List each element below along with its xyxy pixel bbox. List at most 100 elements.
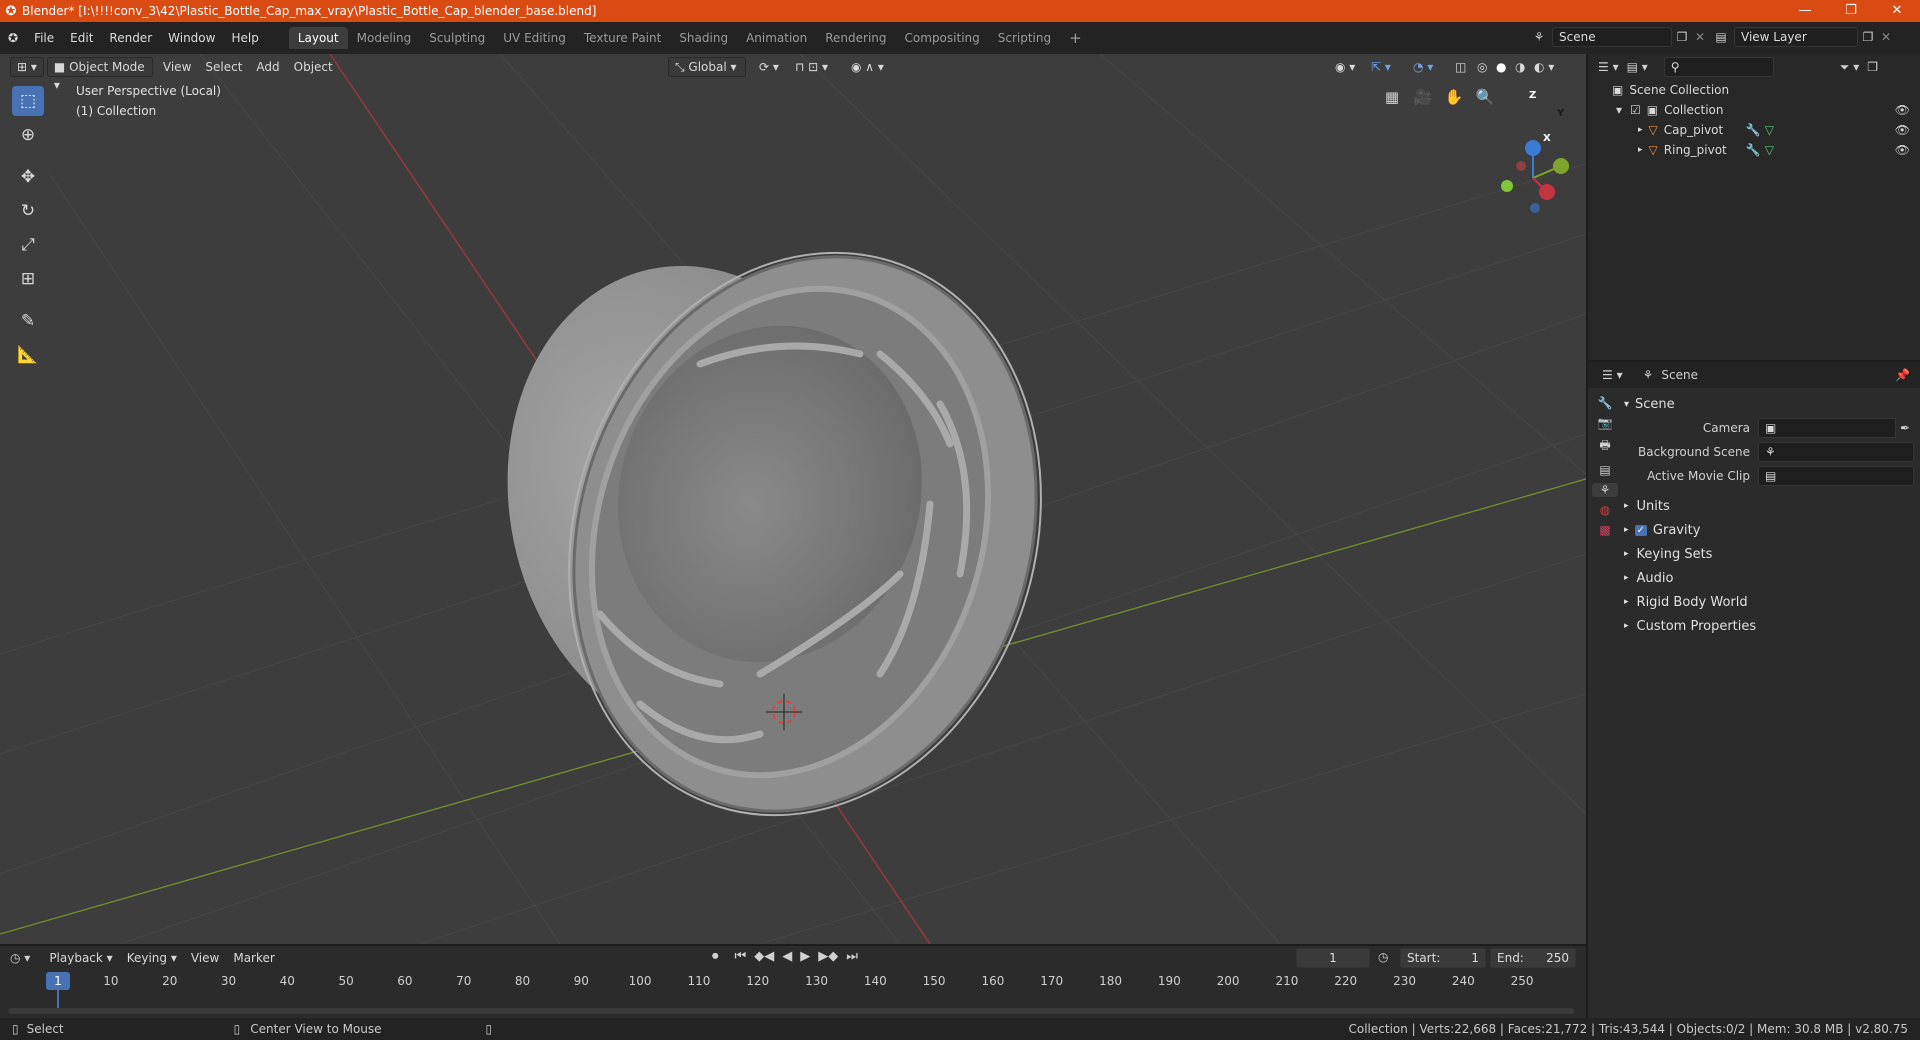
outliner-search-input[interactable]: ⚲ — [1663, 57, 1774, 77]
outliner-scene-collection[interactable]: ▣ Scene Collection — [1588, 80, 1920, 100]
scene-new-icon[interactable]: ❐ — [1672, 30, 1692, 44]
tab-uv-editing[interactable]: UV Editing — [494, 27, 575, 49]
menu-edit[interactable]: Edit — [62, 27, 101, 49]
mesh-data-icon[interactable]: ▽ — [1765, 123, 1774, 137]
camera-field[interactable]: ▣ — [1758, 418, 1896, 438]
outliner-collection[interactable]: ▾ ☑ ▣ Collection 👁 — [1588, 100, 1920, 120]
scene-icon[interactable]: ⚘ — [1526, 30, 1552, 44]
pan-hand-icon[interactable]: ✋ — [1442, 88, 1466, 106]
add-workspace-button[interactable]: + — [1060, 27, 1091, 49]
gravity-checkbox[interactable]: ✓ — [1634, 524, 1647, 536]
maximize-button[interactable]: ❐ — [1828, 0, 1874, 22]
outliner-object-cap-pivot[interactable]: ▸ ▽ Cap_pivot 🔧 ▽ 👁 — [1588, 120, 1920, 140]
blender-menu-icon[interactable]: ✪ — [0, 27, 26, 49]
tab-rendering[interactable]: Rendering — [816, 27, 895, 49]
viewport-menu-add[interactable]: Add — [249, 60, 286, 74]
move-tool-icon[interactable]: ✥ — [12, 162, 44, 192]
annotate-tool-icon[interactable]: ✎ — [12, 306, 44, 336]
cursor-tool-icon[interactable]: ⊕ — [12, 120, 44, 150]
camera-view-icon[interactable]: 🎥 — [1411, 88, 1435, 106]
zoom-icon[interactable]: 🔍 — [1473, 88, 1497, 106]
outliner-editor-icon[interactable]: ☰ ▾ — [1598, 60, 1619, 74]
select-box-tool-icon[interactable]: ⬚ — [12, 86, 44, 116]
menu-file[interactable]: File — [26, 27, 62, 49]
tab-texture-paint[interactable]: Texture Paint — [575, 27, 670, 49]
mode-selector[interactable]: ■ Object Mode ▾ — [46, 57, 153, 92]
view-layer-tab-icon[interactable]: ▤ — [1592, 463, 1618, 477]
gravity-panel-header[interactable]: ▸ ✓ Gravity — [1624, 518, 1916, 542]
gizmo-z-label[interactable]: Z — [1529, 90, 1536, 101]
viewport-menu-select[interactable]: Select — [198, 60, 249, 74]
gizmo-x-label[interactable]: X — [1543, 133, 1551, 144]
collection-checkbox[interactable]: ☑ — [1630, 103, 1641, 117]
scene-selector[interactable]: Scene — [1552, 27, 1672, 47]
active-movie-clip-field[interactable]: ▤ — [1758, 466, 1914, 486]
modifier-wrench-icon[interactable]: 🔧 — [1746, 123, 1761, 137]
audio-panel-header[interactable]: ▸ Audio — [1624, 566, 1916, 590]
menu-window[interactable]: Window — [160, 27, 223, 49]
shading-rendered-icon[interactable]: ◐ ▾ — [1527, 60, 1561, 74]
units-panel-header[interactable]: ▸ Units — [1624, 494, 1916, 518]
tab-compositing[interactable]: Compositing — [896, 27, 989, 49]
outliner-object-ring-pivot[interactable]: ▸ ▽ Ring_pivot 🔧 ▽ 👁 — [1588, 140, 1920, 160]
tab-scripting[interactable]: Scripting — [989, 27, 1060, 49]
measure-tool-icon[interactable]: 📐 — [12, 340, 44, 370]
scale-tool-icon[interactable]: ⤢ — [12, 230, 44, 260]
rigid-body-world-panel-header[interactable]: ▸ Rigid Body World — [1624, 590, 1916, 614]
minimize-button[interactable]: — — [1782, 0, 1828, 22]
viewport-menu-object[interactable]: Object — [287, 60, 340, 74]
rotate-tool-icon[interactable]: ↻ — [12, 196, 44, 226]
expand-arrow-icon[interactable]: ▾ — [1616, 103, 1622, 117]
menu-render[interactable]: Render — [101, 27, 160, 49]
texture-tab-icon[interactable]: ▩ — [1592, 523, 1618, 537]
eyedropper-icon[interactable]: ✒ — [1900, 421, 1910, 435]
timeline-scrollbar[interactable] — [8, 1008, 1574, 1014]
render-tab-icon[interactable]: 📷 — [1592, 416, 1618, 430]
expand-arrow-icon[interactable]: ▸ — [1638, 125, 1643, 135]
tab-sculpting[interactable]: Sculpting — [420, 27, 494, 49]
collection-visibility-eye-icon[interactable]: 👁 — [1895, 103, 1910, 117]
editor-type-button[interactable]: ⊞ ▾ — [10, 57, 44, 77]
tab-layout[interactable]: Layout — [288, 27, 348, 49]
output-tab-icon[interactable]: 🖶 — [1592, 436, 1618, 457]
filter-icon[interactable]: ⏷ ▾ — [1840, 60, 1859, 75]
new-collection-icon[interactable]: ❐ — [1867, 60, 1878, 74]
world-tab-icon[interactable]: ◍ — [1592, 503, 1618, 517]
menu-help[interactable]: Help — [223, 27, 266, 49]
custom-properties-panel-header[interactable]: ▸ Custom Properties — [1624, 614, 1916, 638]
scene-tab-icon[interactable]: ⚘ — [1592, 483, 1618, 497]
tool-tab-icon[interactable]: 🔧 — [1592, 396, 1618, 410]
scene-panel-header[interactable]: ▾ Scene — [1624, 392, 1916, 416]
transform-orientation-selector[interactable]: ⤡ Global ▾ — [668, 57, 746, 77]
display-mode-icon[interactable]: ▤ ▾ — [1627, 60, 1648, 74]
gizmo-y-label[interactable]: Y — [1557, 108, 1564, 119]
pivot-point-icon[interactable]: ⟳ ▾ — [752, 60, 786, 74]
mesh-data-icon[interactable]: ▽ — [1765, 143, 1774, 157]
scene-remove-icon[interactable]: ✕ — [1692, 30, 1708, 44]
snap-icon[interactable]: ⊓ ⊡ ▾ — [788, 60, 835, 74]
tab-shading[interactable]: Shading — [670, 27, 737, 49]
pin-icon[interactable]: 📌 — [1895, 368, 1910, 382]
3d-viewport[interactable] — [0, 54, 1586, 944]
overlay-toggle-icon[interactable]: ◔ ▾ — [1406, 60, 1440, 74]
keying-sets-panel-header[interactable]: ▸ Keying Sets — [1624, 542, 1916, 566]
gizmo-toggle-icon[interactable]: ⇱ ▾ — [1364, 60, 1398, 74]
object-visibility-eye-icon[interactable]: 👁 — [1895, 143, 1910, 157]
view-layer-selector[interactable]: View Layer — [1734, 27, 1858, 47]
close-button[interactable]: ✕ — [1874, 0, 1920, 22]
viewport-menu-view[interactable]: View — [156, 60, 198, 74]
properties-editor-icon[interactable]: ☰ ▾ — [1602, 368, 1623, 382]
tab-modeling[interactable]: Modeling — [348, 27, 421, 49]
view-layer-icon[interactable]: ▤ — [1708, 30, 1734, 44]
transform-tool-icon[interactable]: ⊞ — [12, 264, 44, 294]
view-layer-new-icon[interactable]: ❐ — [1858, 30, 1878, 44]
visibility-icon[interactable]: ◉ ▾ — [1328, 60, 1362, 74]
tab-animation[interactable]: Animation — [737, 27, 816, 49]
proportional-edit-icon[interactable]: ◉ ∧ ▾ — [844, 60, 891, 74]
object-visibility-eye-icon[interactable]: 👁 — [1895, 123, 1910, 137]
modifier-wrench-icon[interactable]: 🔧 — [1746, 143, 1761, 157]
toggle-camera-ortho-icon[interactable]: ▦ — [1380, 88, 1404, 106]
background-scene-field[interactable]: ⚘ — [1758, 442, 1914, 462]
expand-arrow-icon[interactable]: ▸ — [1638, 145, 1643, 155]
view-layer-remove-icon[interactable]: ✕ — [1878, 30, 1894, 44]
